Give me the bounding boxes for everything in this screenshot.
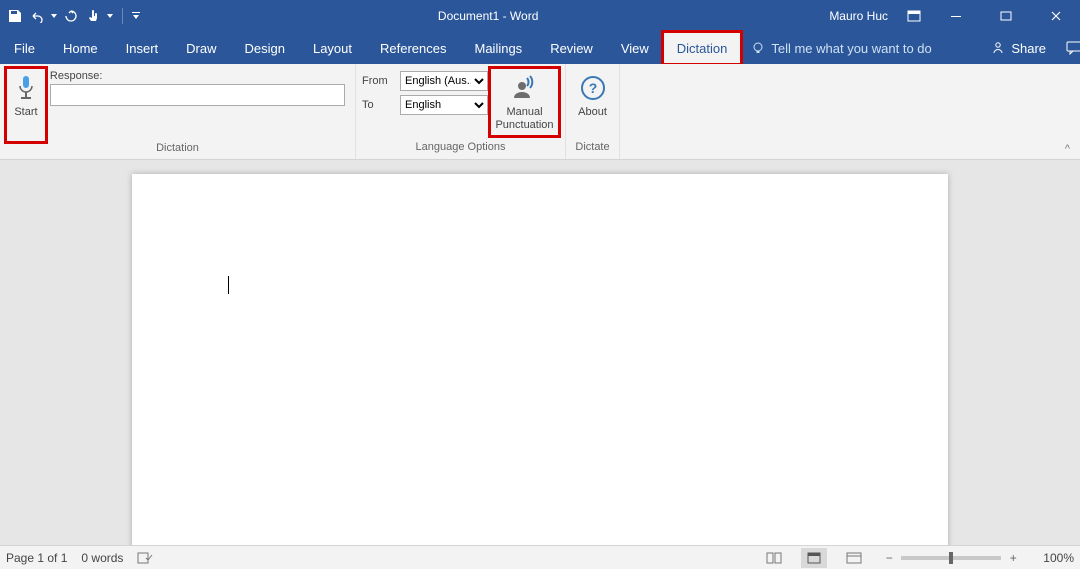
start-label: Start xyxy=(14,106,37,119)
manual-label-2: Punctuation xyxy=(495,119,553,132)
web-layout-icon[interactable] xyxy=(841,548,867,568)
tab-draw[interactable]: Draw xyxy=(172,32,230,64)
zoom-level[interactable]: 100% xyxy=(1043,551,1074,565)
group-dictate-label: Dictate xyxy=(566,141,619,159)
undo-dropdown-icon[interactable] xyxy=(50,7,58,25)
tab-view[interactable]: View xyxy=(607,32,663,64)
zoom-out-button[interactable]: − xyxy=(881,551,897,565)
document-area[interactable] xyxy=(0,160,1080,545)
ribbon-display-options-icon[interactable] xyxy=(902,4,926,28)
group-dictation-label: Dictation xyxy=(0,142,355,159)
tab-layout[interactable]: Layout xyxy=(299,32,366,64)
group-dictation: Start Response: Dictation xyxy=(0,64,356,159)
qat-customize-icon[interactable] xyxy=(131,7,141,25)
save-icon[interactable] xyxy=(6,7,24,25)
word-count[interactable]: 0 words xyxy=(81,551,123,565)
tab-review[interactable]: Review xyxy=(536,32,607,64)
user-name[interactable]: Mauro Huc xyxy=(829,9,892,23)
manual-label-1: Manual xyxy=(506,106,542,119)
tell-me[interactable] xyxy=(741,32,981,64)
undo-icon[interactable] xyxy=(28,7,46,25)
tab-insert[interactable]: Insert xyxy=(112,32,173,64)
title-right: Mauro Huc xyxy=(829,0,1080,32)
zoom-in-button[interactable]: + xyxy=(1005,551,1021,565)
touch-dropdown-icon[interactable] xyxy=(106,7,114,25)
to-select[interactable]: English xyxy=(400,95,488,115)
collapse-ribbon-icon[interactable]: ^ xyxy=(1065,143,1070,155)
response-input[interactable] xyxy=(50,84,345,106)
share-label: Share xyxy=(1011,41,1046,56)
svg-text:?: ? xyxy=(588,80,597,96)
share-button[interactable]: Share xyxy=(981,32,1056,64)
from-label: From xyxy=(362,75,396,87)
print-layout-icon[interactable] xyxy=(801,548,827,568)
start-button[interactable]: Start xyxy=(6,68,46,142)
qat-separator xyxy=(122,8,123,24)
share-icon xyxy=(991,41,1005,55)
touch-mode-icon[interactable] xyxy=(84,7,102,25)
lightbulb-icon xyxy=(751,41,765,55)
comment-icon xyxy=(1066,41,1080,55)
tab-references[interactable]: References xyxy=(366,32,460,64)
to-label: To xyxy=(362,99,396,111)
quick-access-toolbar xyxy=(0,7,147,25)
status-bar: Page 1 of 1 0 words − + 100% xyxy=(0,545,1080,569)
read-mode-icon[interactable] xyxy=(761,548,787,568)
language-block: From English (Aus... To English xyxy=(362,68,488,116)
zoom-slider[interactable]: − + xyxy=(881,551,1021,565)
close-button[interactable] xyxy=(1036,0,1076,32)
response-label: Response: xyxy=(50,70,349,82)
minimize-button[interactable] xyxy=(936,0,976,32)
ribbon: Start Response: Dictation From English (… xyxy=(0,64,1080,160)
from-select[interactable]: English (Aus... xyxy=(400,71,488,91)
tab-home[interactable]: Home xyxy=(49,32,112,64)
tab-file[interactable]: File xyxy=(0,32,49,64)
tab-dictation[interactable]: Dictation xyxy=(663,32,742,64)
group-dictate: ? About Dictate xyxy=(566,64,620,159)
microphone-icon xyxy=(15,70,37,106)
page[interactable] xyxy=(132,174,948,545)
window-title: Document1 - Word xyxy=(147,9,829,23)
redo-icon[interactable] xyxy=(62,7,80,25)
text-cursor xyxy=(228,276,229,294)
tab-mailings[interactable]: Mailings xyxy=(461,32,537,64)
tab-design[interactable]: Design xyxy=(231,32,299,64)
comments-button[interactable] xyxy=(1056,32,1080,64)
group-language-options: From English (Aus... To English xyxy=(356,64,566,159)
zoom-track[interactable] xyxy=(901,556,1001,560)
tell-me-input[interactable] xyxy=(771,41,971,56)
person-speak-icon xyxy=(511,70,539,106)
about-label: About xyxy=(578,106,607,119)
manual-punctuation-button[interactable]: Manual Punctuation xyxy=(490,68,559,136)
spellcheck-icon[interactable] xyxy=(137,551,153,565)
page-indicator[interactable]: Page 1 of 1 xyxy=(6,551,67,565)
group-language-label: Language Options xyxy=(356,141,565,159)
response-block: Response: xyxy=(50,68,349,106)
about-button[interactable]: ? About xyxy=(572,68,613,119)
maximize-button[interactable] xyxy=(986,0,1026,32)
zoom-thumb[interactable] xyxy=(949,552,953,564)
help-icon: ? xyxy=(580,70,606,106)
title-bar: Document1 - Word Mauro Huc xyxy=(0,0,1080,32)
ribbon-tabs: File Home Insert Draw Design Layout Refe… xyxy=(0,32,1080,64)
